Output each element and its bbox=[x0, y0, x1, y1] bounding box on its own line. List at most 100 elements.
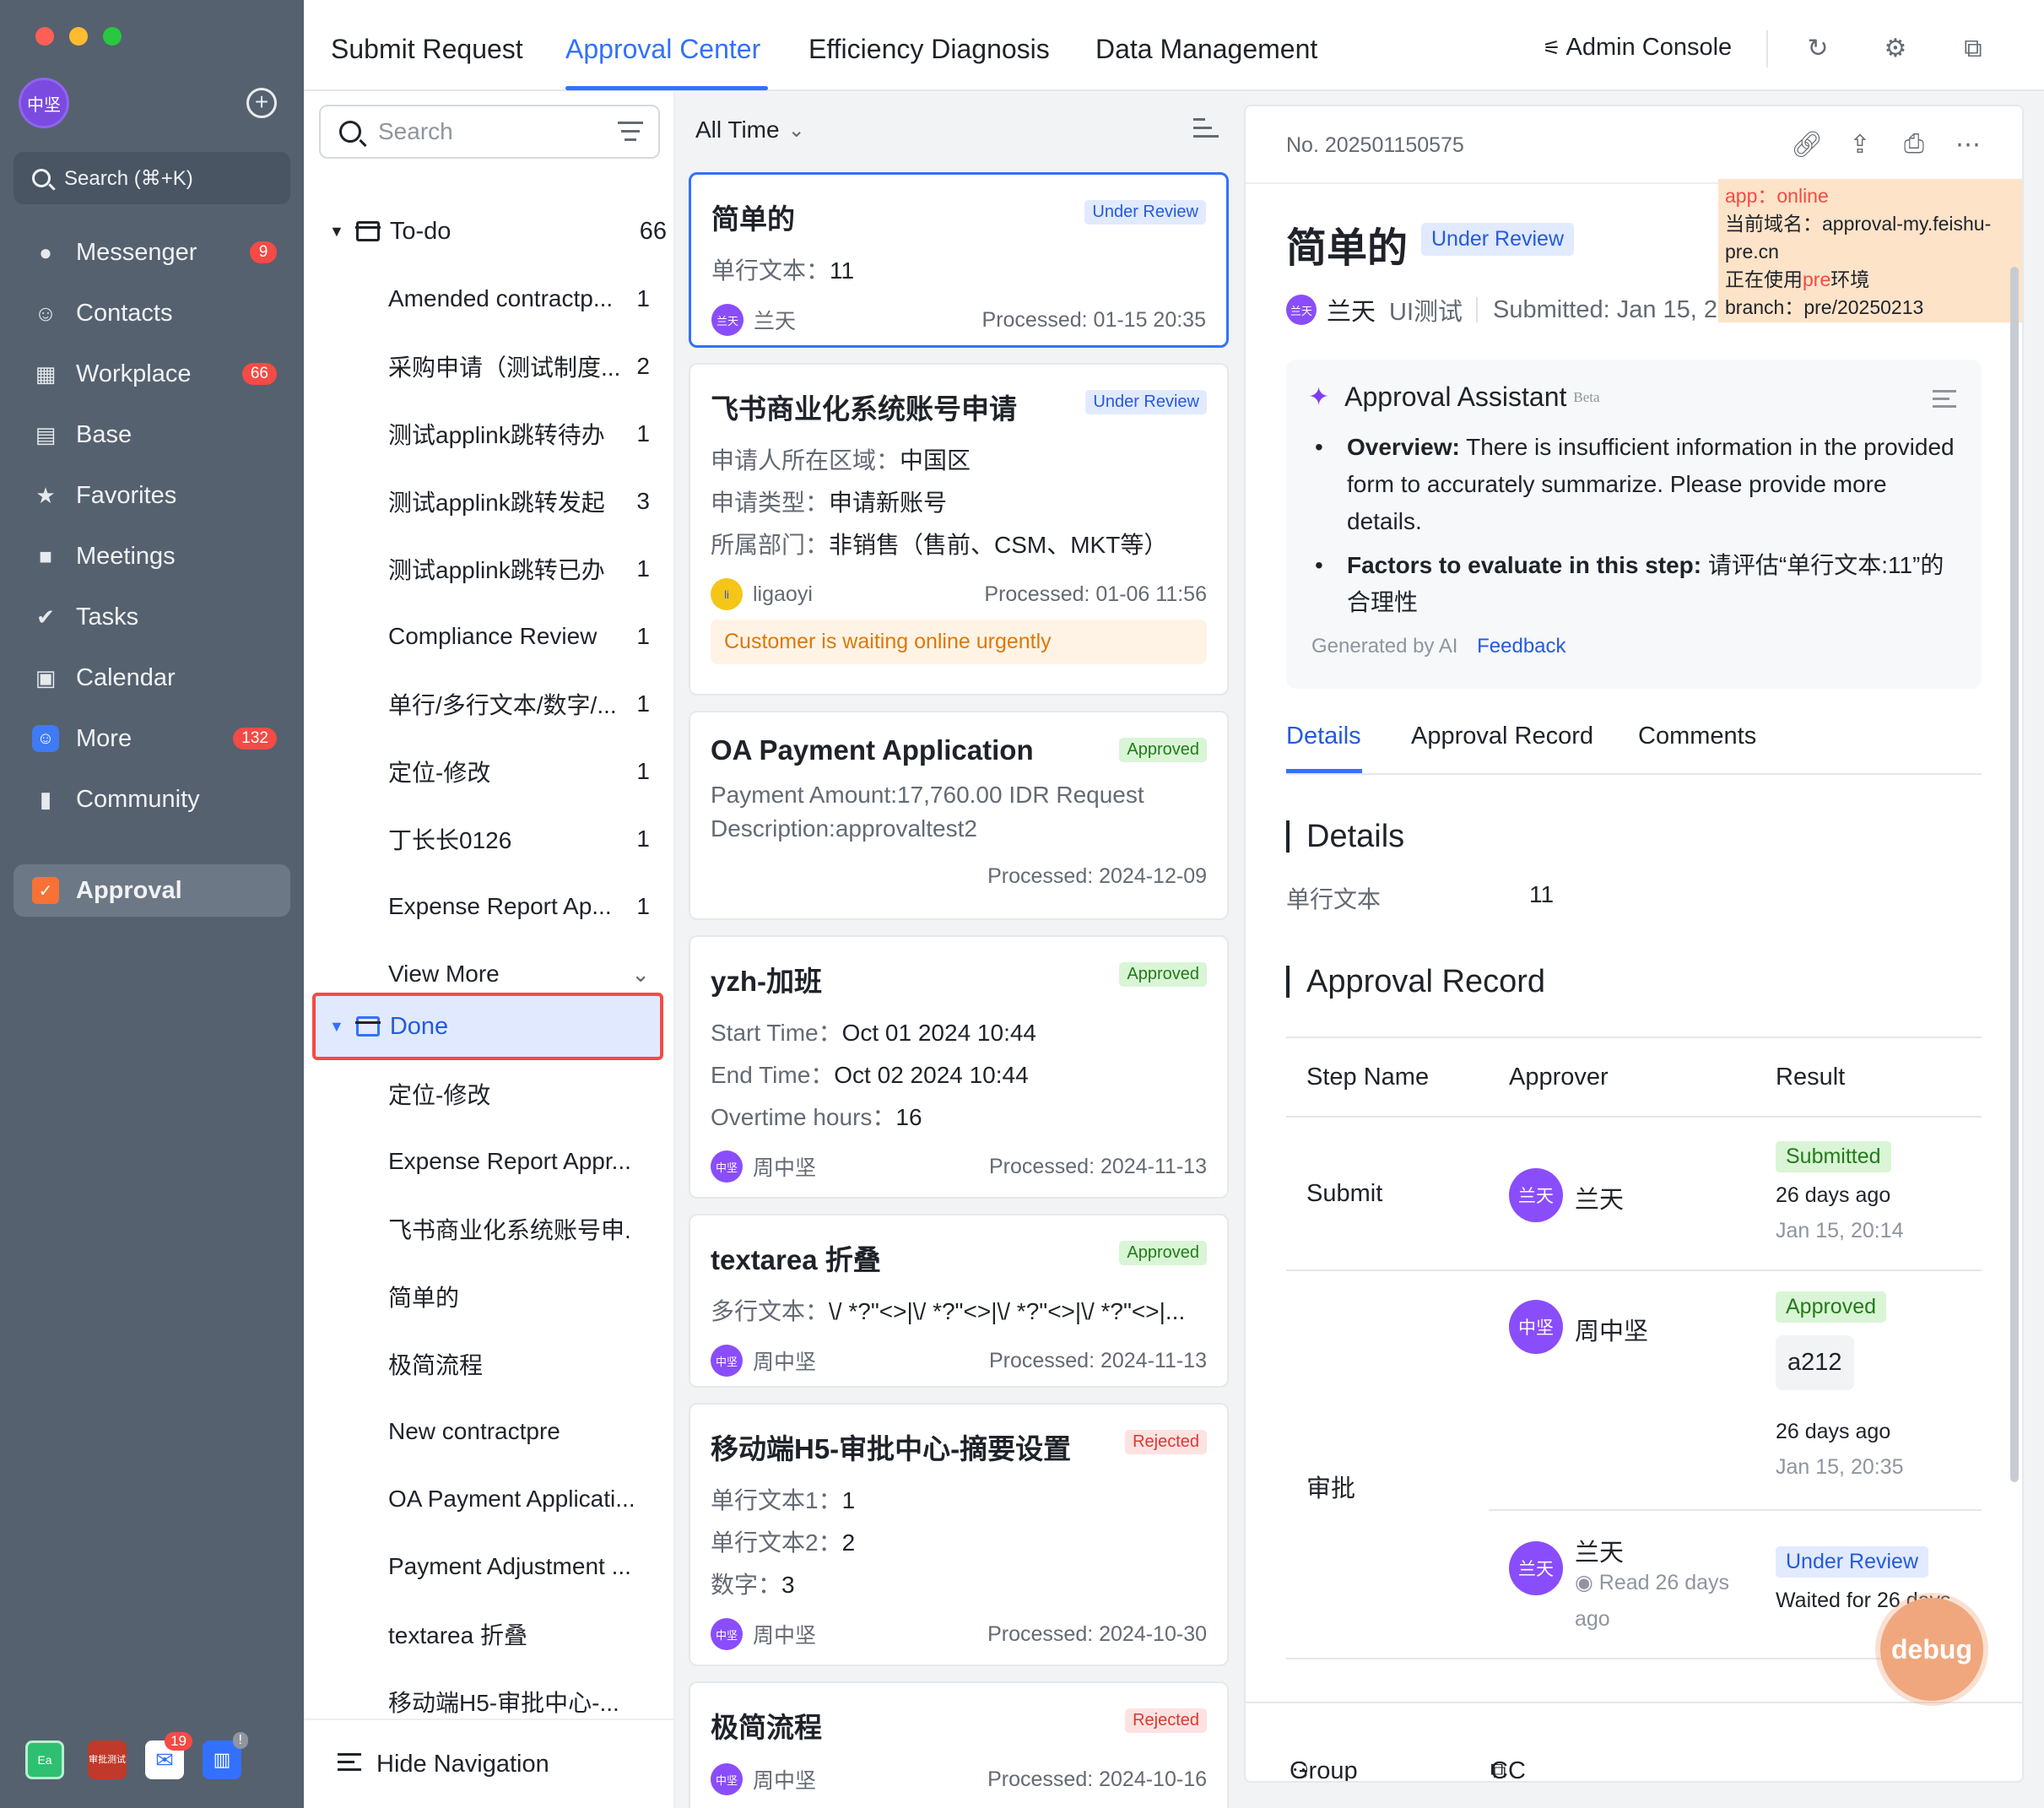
status-badge: Approved bbox=[1119, 1241, 1207, 1265]
tree-item[interactable]: 测试applink跳转已办 1 bbox=[388, 544, 658, 594]
card-field-label: Description:approvaltest2 bbox=[711, 815, 977, 842]
result-time: Jan 15, 20:35 bbox=[1776, 1455, 1904, 1479]
tree-item-count: 1 bbox=[636, 826, 650, 852]
sidebar-item-messenger[interactable]: ● Messenger 9 bbox=[14, 226, 290, 279]
sort-icon[interactable] bbox=[1193, 118, 1219, 143]
tab-comments[interactable]: Comments bbox=[1638, 723, 1756, 750]
tree-item-count: 1 bbox=[636, 690, 650, 717]
approval-card-selected[interactable]: 简单的 Under Review 单行文本：11 兰天 兰天 Processed… bbox=[689, 172, 1229, 348]
urgent-notice: Customer is waiting online urgently bbox=[711, 620, 1207, 664]
submitter-name[interactable]: 兰天 bbox=[1327, 292, 1376, 327]
debug-floating-button[interactable]: debug bbox=[1880, 1598, 1983, 1701]
tree-item[interactable]: textarea 折叠 bbox=[388, 1609, 658, 1659]
sidebar-item-base[interactable]: ▤ Base bbox=[14, 409, 290, 461]
user-avatar[interactable]: 中坚 bbox=[19, 78, 69, 128]
step-name: Submit bbox=[1306, 1180, 1383, 1207]
minimize-window-button[interactable] bbox=[69, 27, 88, 46]
tree-item[interactable]: OA Payment Applicati... bbox=[388, 1474, 658, 1524]
create-plus-icon[interactable]: + bbox=[246, 88, 277, 118]
tree-item[interactable]: 单行/多行文本/数字/... 1 bbox=[388, 679, 658, 729]
tree-item-label: New contractpre bbox=[388, 1418, 560, 1444]
debug-branch: branch：pre/20250213 bbox=[1725, 296, 1924, 318]
view-more-button[interactable]: View More ⌄ bbox=[388, 949, 658, 999]
approver-name[interactable]: 兰天 bbox=[1575, 1533, 1624, 1568]
print-icon[interactable]: ⎙ bbox=[1899, 130, 1929, 160]
sidebar-item-workplace[interactable]: ▦ Workplace 66 bbox=[14, 348, 290, 400]
tab-efficiency-diagnosis[interactable]: Efficiency Diagnosis bbox=[808, 34, 1050, 65]
tree-item[interactable]: 测试applink跳转发起 3 bbox=[388, 476, 658, 527]
gear-icon[interactable]: ⚙ bbox=[1880, 34, 1911, 64]
card-field-value: 1 bbox=[841, 1487, 856, 1513]
tab-data-management[interactable]: Data Management bbox=[1095, 34, 1317, 65]
link-icon[interactable]: 🔗︎ bbox=[1791, 130, 1823, 160]
sidebar-item-calendar[interactable]: ▣ Calendar bbox=[14, 652, 290, 704]
beta-label: Beta bbox=[1573, 388, 1600, 405]
approval-card[interactable]: yzh-加班 Approved Start Time：Oct 01 2024 1… bbox=[689, 935, 1229, 1199]
maximize-window-button[interactable] bbox=[103, 27, 122, 46]
assistant-menu-icon[interactable] bbox=[1933, 390, 1956, 413]
tree-search-input[interactable]: Search bbox=[319, 105, 660, 159]
approval-card[interactable]: 移动端H5-审批中心-摘要设置 Rejected 单行文本1：1 单行文本2：2… bbox=[689, 1403, 1229, 1666]
approval-card[interactable]: OA Payment Application Approved Payment … bbox=[689, 711, 1229, 920]
tree-item[interactable]: Amended contractp... 1 bbox=[388, 273, 658, 324]
tree-item[interactable]: 极简流程 bbox=[388, 1339, 658, 1389]
card-field: 单行文本：11 bbox=[711, 252, 1206, 286]
close-window-button[interactable] bbox=[35, 27, 54, 46]
dock-app-approval-test[interactable]: 审批测试 bbox=[88, 1740, 127, 1779]
table-header: Step Name Approver Result bbox=[1286, 1037, 1982, 1118]
admin-console-button[interactable]: ⚟ Admin Console bbox=[1543, 34, 1732, 62]
hide-navigation-button[interactable]: Hide Navigation bbox=[304, 1719, 673, 1808]
detail-scrollbar[interactable] bbox=[2010, 267, 2019, 1482]
sidebar-item-favorites[interactable]: ★ Favorites bbox=[14, 469, 290, 522]
approver-name[interactable]: 兰天 bbox=[1575, 1180, 1624, 1215]
approval-card[interactable]: 极简流程 Rejected 中坚 周中坚 Processed: 2024-10-… bbox=[689, 1681, 1229, 1808]
tree-group-todo[interactable]: ▼ To-do 66 bbox=[329, 206, 667, 257]
tree-item[interactable]: Payment Adjustment ... bbox=[388, 1541, 658, 1592]
tree-item[interactable]: Compliance Review 1 bbox=[388, 611, 658, 662]
sidebar-item-community[interactable]: ▮ Community bbox=[14, 773, 290, 826]
stats-icon[interactable]: ▥ ! bbox=[203, 1732, 248, 1779]
open-window-icon[interactable]: ⧉ bbox=[1958, 34, 1988, 64]
tab-details[interactable]: Details bbox=[1286, 723, 1361, 750]
tab-approval-record[interactable]: Approval Record bbox=[1411, 723, 1593, 750]
divider bbox=[1766, 30, 1768, 68]
contacts-icon: ☺ bbox=[34, 300, 57, 326]
time-filter-dropdown[interactable]: All Time ⌄ bbox=[675, 91, 1241, 169]
assistant-overview: Overview: There is insufficient informat… bbox=[1311, 429, 1961, 540]
share-icon[interactable]: ⇪ bbox=[1845, 130, 1875, 160]
tree-item[interactable]: Expense Report Ap... 1 bbox=[388, 881, 658, 932]
tree-item[interactable]: 简单的 bbox=[388, 1271, 658, 1322]
dock-app-ea[interactable]: Ea bbox=[25, 1740, 64, 1779]
tab-approval-center[interactable]: Approval Center bbox=[565, 34, 760, 65]
tree-item[interactable]: 采购申请（测试制度... 2 bbox=[388, 341, 658, 392]
approval-card[interactable]: 飞书商业化系统账号申请 Under Review 申请人所在区域：中国区 申请类… bbox=[689, 363, 1229, 696]
result-time: Jan 15, 20:14 bbox=[1776, 1219, 1904, 1242]
sidebar-item-approval[interactable]: ✓ Approval bbox=[14, 864, 290, 917]
tree-item[interactable]: 测试applink跳转待办 1 bbox=[388, 409, 658, 459]
global-search-label: Search (⌘+K) bbox=[64, 166, 193, 190]
sidebar-item-more[interactable]: ☺ More 132 bbox=[14, 712, 290, 765]
more-options-icon[interactable]: ⋯ bbox=[1953, 130, 1983, 160]
tree-item[interactable]: 丁长长0126 1 bbox=[388, 814, 658, 864]
tree-item[interactable]: 定位-修改 bbox=[388, 1069, 658, 1119]
divider bbox=[1476, 297, 1479, 322]
tree-item[interactable]: Expense Report Appr... bbox=[388, 1136, 658, 1187]
tree-item-label: 单行/多行文本/数字/... bbox=[388, 692, 617, 718]
mail-icon[interactable]: ✉ 19 bbox=[145, 1732, 192, 1779]
global-search-button[interactable]: Search (⌘+K) bbox=[14, 152, 290, 204]
processed-time: Processed: 2024-11-13 bbox=[988, 1348, 1207, 1372]
tree-item[interactable]: New contractpre bbox=[388, 1406, 658, 1457]
tree-item[interactable]: 飞书商业化系统账号申... bbox=[388, 1204, 658, 1254]
filter-icon[interactable] bbox=[618, 122, 643, 147]
tab-submit-request[interactable]: Submit Request bbox=[331, 34, 523, 65]
tree-group-done[interactable]: ▼ Done bbox=[329, 1001, 667, 1052]
tree-item[interactable]: 定位-修改 1 bbox=[388, 746, 658, 797]
approval-card[interactable]: textarea 折叠 Approved 多行文本：\/ *?"<>|\/ *?… bbox=[689, 1214, 1229, 1388]
refresh-icon[interactable]: ↻ bbox=[1803, 34, 1833, 64]
sidebar-item-tasks[interactable]: ✔ Tasks bbox=[14, 591, 290, 643]
card-field: 单行文本2：2 bbox=[711, 1524, 1207, 1558]
approver-name[interactable]: 周中坚 bbox=[1575, 1312, 1648, 1347]
sidebar-item-contacts[interactable]: ☺ Contacts bbox=[14, 287, 290, 339]
feedback-link[interactable]: Feedback bbox=[1477, 635, 1565, 658]
sidebar-item-meetings[interactable]: ■ Meetings bbox=[14, 530, 290, 582]
